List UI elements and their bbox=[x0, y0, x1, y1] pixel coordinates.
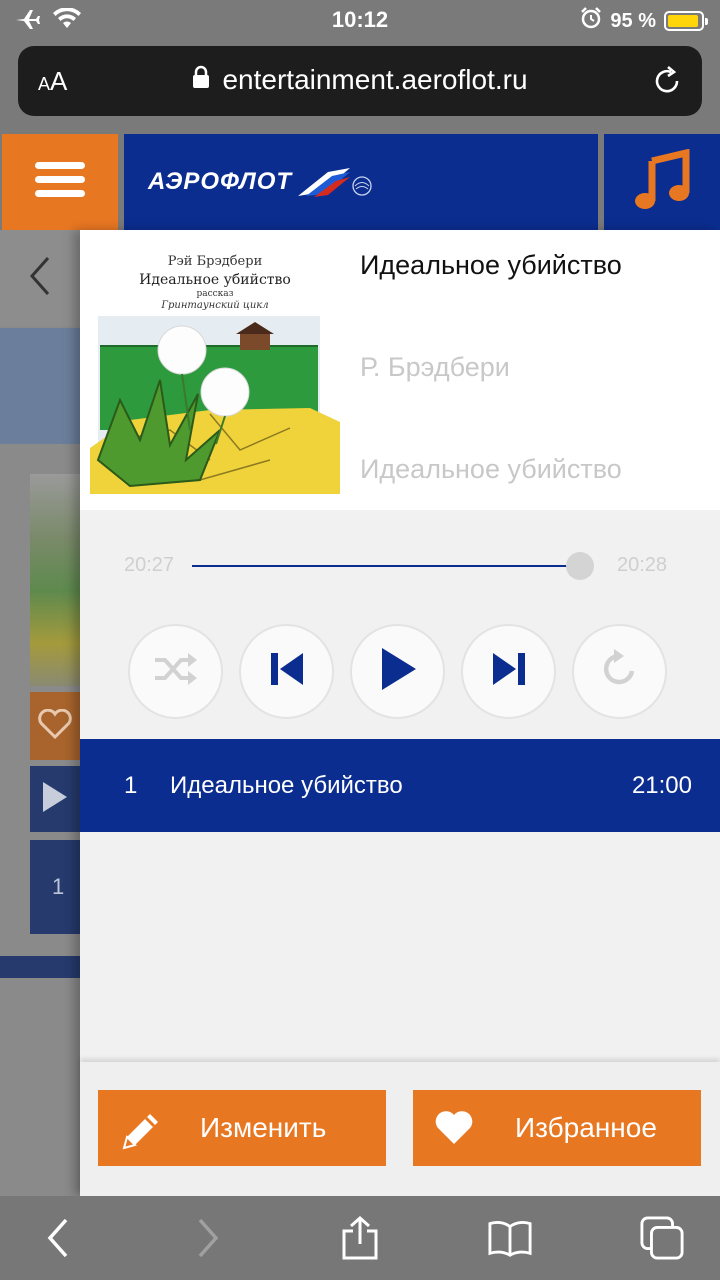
track-author: Р. Брэдбери bbox=[360, 352, 510, 382]
edit-label: Изменить bbox=[200, 1112, 327, 1143]
favorite-label: Избранное bbox=[515, 1112, 657, 1143]
playback-controls bbox=[128, 624, 667, 719]
flag-wing-icon bbox=[298, 168, 372, 197]
time-total: 20:28 bbox=[617, 554, 668, 576]
pencil-icon bbox=[118, 1108, 164, 1161]
track-album: Идеальное убийство bbox=[360, 454, 622, 484]
music-note-icon bbox=[634, 148, 690, 216]
url-display[interactable]: entertainment.aeroflot.ru bbox=[18, 64, 702, 96]
forward-icon[interactable] bbox=[186, 1216, 230, 1260]
browser-toolbar bbox=[0, 1196, 720, 1280]
background-stripe bbox=[0, 956, 80, 978]
repeat-button[interactable] bbox=[572, 624, 667, 719]
status-bar: 10:12 95 % bbox=[0, 0, 720, 40]
play-icon bbox=[378, 646, 418, 697]
track-number: 1 bbox=[124, 772, 138, 799]
track-info: Рэй Брэдбери Идеальное убийство рассказ … bbox=[80, 230, 720, 510]
cover-title: Идеальное убийство bbox=[139, 272, 291, 288]
action-footer: Изменить Избранное bbox=[80, 1062, 720, 1196]
share-icon[interactable] bbox=[338, 1216, 382, 1260]
edit-button[interactable]: Изменить bbox=[98, 1090, 386, 1166]
status-right: 95 % bbox=[580, 7, 708, 35]
previous-icon bbox=[268, 650, 306, 693]
shuffle-icon bbox=[153, 651, 199, 692]
background-play-button[interactable] bbox=[30, 766, 80, 832]
menu-button[interactable] bbox=[2, 134, 118, 230]
track-duration: 21:00 bbox=[631, 772, 692, 799]
background-favorite-button[interactable] bbox=[30, 692, 80, 760]
tabs-icon[interactable] bbox=[640, 1216, 684, 1260]
track-title: Идеальное убийство bbox=[360, 250, 622, 280]
repeat-icon bbox=[598, 647, 642, 696]
background-page: 1 bbox=[0, 230, 80, 1196]
shuffle-button[interactable] bbox=[128, 624, 223, 719]
cover-subtitle: рассказ bbox=[196, 289, 234, 299]
alarm-icon bbox=[580, 7, 602, 35]
chevron-left-icon bbox=[28, 256, 52, 301]
bookmarks-icon[interactable] bbox=[488, 1216, 532, 1260]
next-icon bbox=[490, 650, 528, 693]
background-cover bbox=[30, 474, 80, 686]
play-icon bbox=[41, 780, 69, 819]
battery-level bbox=[668, 15, 699, 27]
back-icon[interactable] bbox=[36, 1216, 80, 1260]
background-banner bbox=[0, 328, 80, 444]
background-track-number: 1 bbox=[30, 840, 80, 934]
favorite-button[interactable]: Избранное bbox=[413, 1090, 701, 1166]
battery-icon bbox=[664, 11, 708, 31]
album-cover: Рэй Брэдбери Идеальное убийство рассказ … bbox=[90, 244, 340, 494]
previous-button[interactable] bbox=[239, 624, 334, 719]
playlist-row[interactable]: 1 Идеальное убийство 21:00 bbox=[80, 739, 720, 832]
player-panel: Рэй Брэдбери Идеальное убийство рассказ … bbox=[80, 230, 720, 1196]
reload-icon[interactable] bbox=[650, 64, 684, 103]
aeroflot-logo[interactable]: АЭРОФЛОТ bbox=[148, 164, 378, 200]
music-button[interactable] bbox=[604, 134, 720, 230]
url-text: entertainment.aeroflot.ru bbox=[222, 64, 528, 95]
next-button[interactable] bbox=[461, 624, 556, 719]
brand-name: АЭРОФЛОТ bbox=[148, 168, 293, 195]
battery-percent: 95 % bbox=[610, 9, 656, 32]
heart-icon bbox=[433, 1108, 475, 1155]
lock-icon bbox=[192, 64, 210, 96]
heart-icon bbox=[38, 708, 72, 744]
cover-illustration bbox=[90, 316, 340, 494]
time-elapsed: 20:27 bbox=[124, 554, 175, 576]
cover-author: Рэй Брэдбери bbox=[167, 254, 263, 269]
seek-handle[interactable] bbox=[566, 552, 594, 580]
play-button[interactable] bbox=[350, 624, 445, 719]
back-button[interactable] bbox=[0, 230, 80, 326]
app-header: АЭРОФЛОТ bbox=[0, 134, 720, 230]
address-bar[interactable]: AA entertainment.aeroflot.ru bbox=[18, 46, 702, 116]
brand-bar: АЭРОФЛОТ bbox=[124, 134, 702, 230]
seek-bar[interactable] bbox=[192, 565, 592, 567]
playlist-track-title: Идеальное убийство bbox=[170, 772, 403, 799]
menu-icon bbox=[35, 160, 85, 205]
